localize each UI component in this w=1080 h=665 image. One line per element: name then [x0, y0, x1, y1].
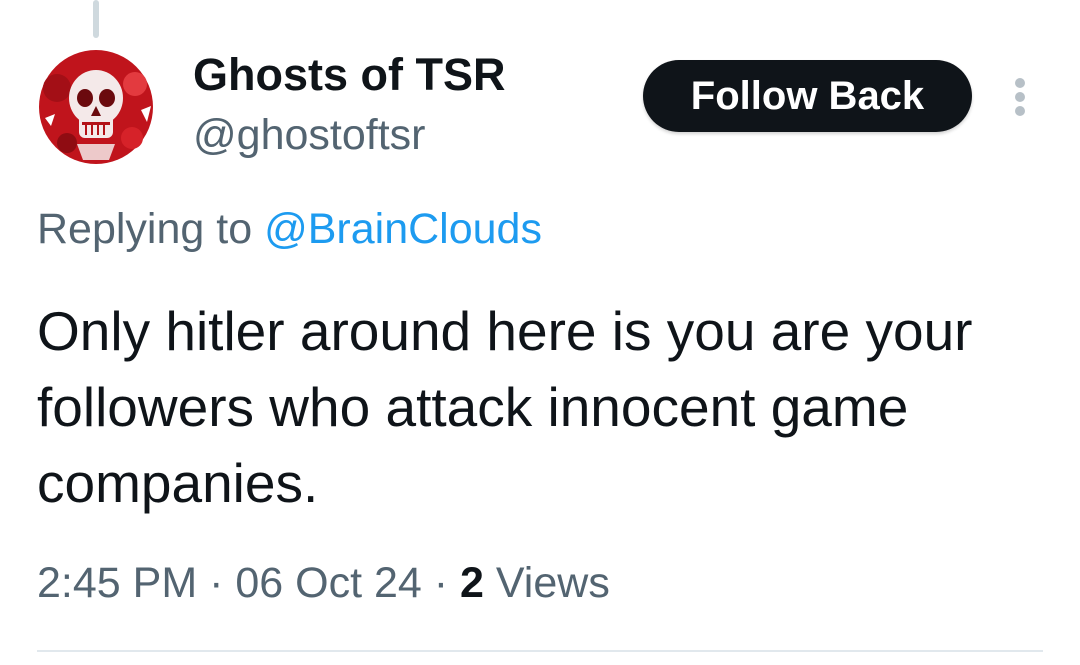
views-label: Views [483, 559, 610, 607]
thread-connector-line [93, 0, 99, 38]
dot [1015, 92, 1025, 102]
dot [1015, 78, 1025, 88]
dot [1015, 106, 1025, 116]
views-count[interactable]: 2 [460, 559, 484, 607]
tweet-date[interactable]: 06 Oct 24 [235, 559, 421, 607]
replying-to-line: Replying to @BrainClouds [37, 203, 542, 255]
tweet-time[interactable]: 2:45 PM [37, 559, 197, 607]
replying-to-mention[interactable]: @BrainClouds [264, 205, 542, 253]
display-name[interactable]: Ghosts of TSR [193, 49, 506, 101]
meta-separator: · [197, 559, 236, 607]
avatar[interactable] [37, 48, 155, 166]
follow-back-button[interactable]: Follow Back [643, 60, 972, 132]
skull-icon [39, 50, 153, 164]
tweet-metadata: 2:45 PM · 06 Oct 24 · 2 Views [37, 554, 610, 612]
divider [37, 650, 1043, 652]
user-handle[interactable]: @ghostoftsr [193, 110, 425, 160]
replying-prefix: Replying to [37, 205, 265, 253]
more-options-icon[interactable] [1012, 78, 1028, 116]
tweet-text: Only hitler around here is you are your … [37, 300, 973, 514]
meta-separator: · [421, 559, 461, 607]
